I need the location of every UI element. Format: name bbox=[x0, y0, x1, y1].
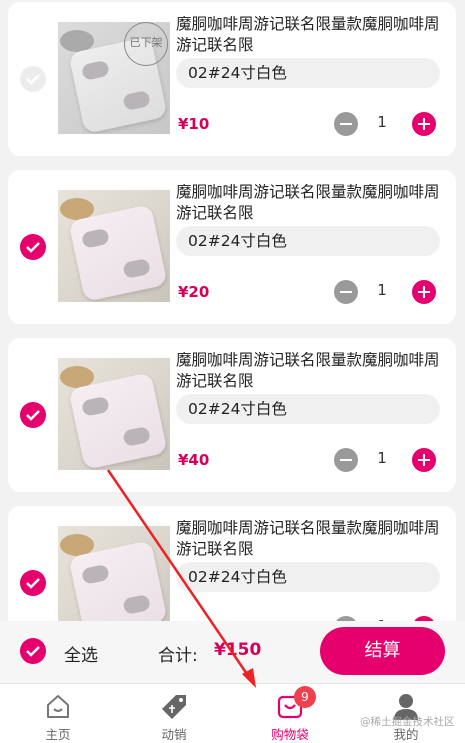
bottom-tab-bar: 主页 动销 9 购物袋 我的 @稀土掘金技术社区 bbox=[0, 683, 465, 743]
select-all-label[interactable]: 全选 bbox=[64, 641, 98, 666]
product-title[interactable]: 魔胴咖啡周游记联名限量款魔胴咖啡周游记联名限 bbox=[176, 14, 444, 56]
checkout-bar: 全选 合计: ¥150 结算 bbox=[0, 621, 465, 683]
item-checkbox[interactable] bbox=[20, 570, 46, 596]
cart-count-badge: 9 bbox=[294, 686, 316, 708]
tab-shopping-bag[interactable]: 9 购物袋 bbox=[232, 684, 348, 743]
cart-list[interactable]: 已下架 魔胴咖啡周游记联名限量款魔胴咖啡周游记联名限 02#24寸白色 ¥10 … bbox=[0, 0, 465, 625]
price-tag-icon bbox=[162, 695, 186, 719]
variant-selector[interactable]: 02#24寸白色 bbox=[176, 562, 440, 592]
tab-promotion[interactable]: 动销 bbox=[116, 684, 232, 743]
cart-item: 已下架 魔胴咖啡周游记联名限量款魔胴咖啡周游记联名限 02#24寸白色 ¥10 … bbox=[8, 2, 456, 156]
increase-quantity-button[interactable] bbox=[412, 280, 436, 304]
item-price: ¥10 bbox=[178, 115, 210, 133]
increase-quantity-button[interactable] bbox=[412, 112, 436, 136]
item-price: ¥40 bbox=[178, 451, 210, 469]
product-title[interactable]: 魔胴咖啡周游记联名限量款魔胴咖啡周游记联名限 bbox=[176, 518, 444, 560]
product-image[interactable] bbox=[58, 358, 170, 470]
total-amount: ¥150 bbox=[214, 640, 262, 660]
home-icon bbox=[47, 695, 69, 718]
decrease-quantity-button[interactable] bbox=[334, 448, 358, 472]
decrease-quantity-button[interactable] bbox=[334, 280, 358, 304]
total-label: 合计: bbox=[158, 646, 198, 666]
variant-selector[interactable]: 02#24寸白色 bbox=[176, 58, 440, 88]
product-title[interactable]: 魔胴咖啡周游记联名限量款魔胴咖啡周游记联名限 bbox=[176, 182, 444, 224]
watermark: @稀土掘金技术社区 bbox=[360, 716, 455, 728]
tab-label: 主页 bbox=[45, 727, 71, 742]
cart-item: 魔胴咖啡周游记联名限量款魔胴咖啡周游记联名限 02#24寸白色 ¥20 1 bbox=[8, 170, 456, 324]
product-image[interactable] bbox=[58, 190, 170, 302]
off-shelf-stamp: 已下架 bbox=[124, 22, 168, 66]
tab-label: 动销 bbox=[161, 727, 187, 742]
quantity-value: 1 bbox=[377, 449, 387, 467]
decrease-quantity-button[interactable] bbox=[334, 112, 358, 136]
checkout-button[interactable]: 结算 bbox=[320, 627, 445, 675]
tab-home[interactable]: 主页 bbox=[0, 684, 116, 743]
item-checkbox[interactable] bbox=[20, 234, 46, 260]
quantity-value: 1 bbox=[377, 281, 387, 299]
tab-label: 购物袋 bbox=[271, 727, 309, 742]
increase-quantity-button[interactable] bbox=[412, 448, 436, 472]
product-image[interactable] bbox=[58, 526, 170, 625]
item-price: ¥20 bbox=[178, 283, 210, 301]
variant-selector[interactable]: 02#24寸白色 bbox=[176, 394, 440, 424]
product-title[interactable]: 魔胴咖啡周游记联名限量款魔胴咖啡周游记联名限 bbox=[176, 350, 444, 392]
item-checkbox[interactable] bbox=[20, 66, 46, 92]
cart-item: 魔胴咖啡周游记联名限量款魔胴咖啡周游记联名限 02#24寸白色 ¥ 1 bbox=[8, 506, 456, 625]
cart-item: 魔胴咖啡周游记联名限量款魔胴咖啡周游记联名限 02#24寸白色 ¥40 1 bbox=[8, 338, 456, 492]
item-checkbox[interactable] bbox=[20, 402, 46, 428]
variant-selector[interactable]: 02#24寸白色 bbox=[176, 226, 440, 256]
quantity-value: 1 bbox=[377, 113, 387, 131]
select-all-checkbox[interactable] bbox=[20, 638, 46, 664]
